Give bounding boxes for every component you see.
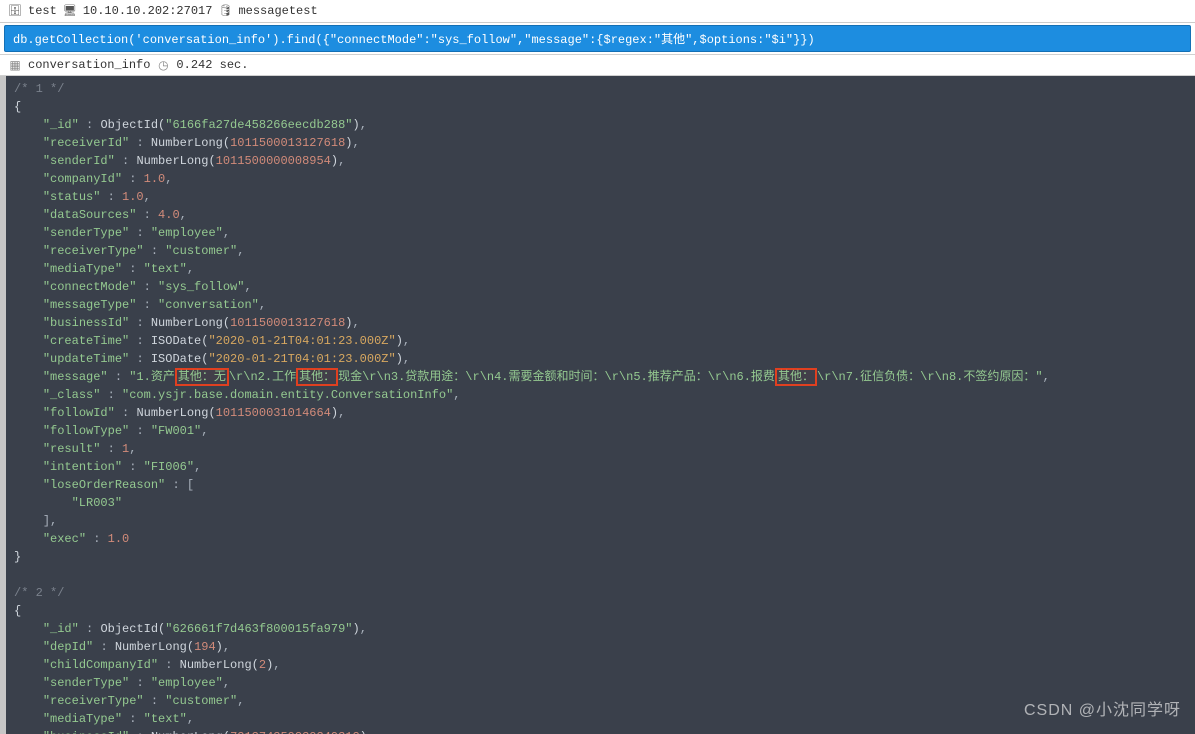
breadcrumb-conn[interactable]: test [28, 4, 57, 18]
status-time: 0.242 sec. [176, 58, 248, 72]
result-viewer[interactable]: /* 1 */ { "_id" : ObjectId("6166fa27de45… [0, 76, 1195, 734]
clock-icon: ◷ [156, 58, 170, 72]
status-bar: ▦ conversation_info ◷ 0.242 sec. [0, 54, 1195, 76]
status-collection: conversation_info [28, 58, 150, 72]
breadcrumb: 🗄 test 🖥 10.10.10.202:27017 🛢 messagetes… [0, 0, 1195, 23]
server-icon: 🗄 [8, 4, 22, 18]
breadcrumb-db[interactable]: messagetest [238, 4, 317, 18]
query-input[interactable]: db.getCollection('conversation_info').fi… [4, 25, 1191, 52]
breadcrumb-host[interactable]: 10.10.10.202:27017 [83, 4, 213, 18]
host-icon: 🖥 [63, 4, 77, 18]
database-icon: 🛢 [218, 4, 232, 18]
collection-icon: ▦ [8, 58, 22, 72]
